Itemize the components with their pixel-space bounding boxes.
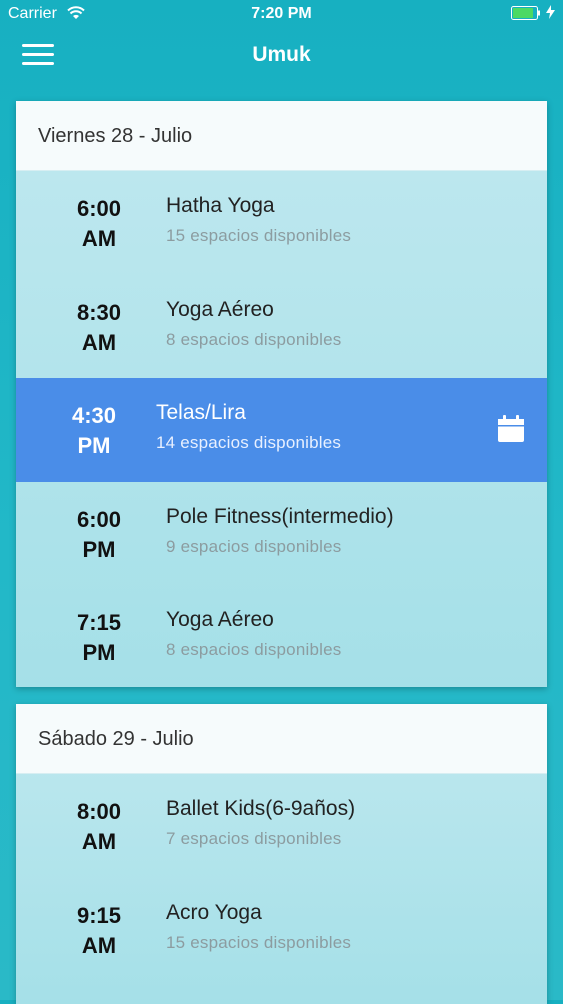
class-name: Yoga Aéreo [166,297,274,321]
class-name: Yoga Aéreo [166,608,274,631]
class-time: 8:00 AM [76,799,122,854]
page-title: Umuk [252,43,311,66]
class-slot[interactable]: 9:15 AM Acro Yoga 15 espacios disponibles [16,878,547,982]
class-availability: 9 espacios disponibles [166,536,342,556]
class-time: 8:30 AM [76,299,122,355]
class-availability: 8 espacios disponibles [166,640,342,659]
day-header: Sábado 29 - Julio [16,704,547,774]
charging-icon [546,5,555,19]
class-slot[interactable]: 6:00 PM Pole Fitness(intermedio) 9 espaci… [16,482,547,586]
class-slot[interactable]: 7:15 PM Yoga Aéreo 8 espacios disponibles [16,585,547,689]
status-bar: Carrier 7:20 PM [0,0,563,30]
nav-bar: Umuk [0,30,563,86]
class-availability: 14 espacios disponibles [156,433,342,452]
class-name: Telas/Lira [156,401,246,424]
class-time: 6:00 AM [76,196,122,251]
class-name: Ballet Kids(6-9años) [166,797,356,820]
class-name: Acro Yoga [166,900,262,924]
class-time: 9:15 AM [76,902,122,958]
class-availability: 15 espacios disponibles [166,226,352,245]
class-availability: 15 espacios disponibles [166,932,352,952]
class-name: Hatha Yoga [166,194,275,217]
status-time: 7:20 PM [251,5,312,22]
day-card: Sábado 29 - Julio 8:00 AM Ballet Kids(6-9… [16,704,547,1004]
class-slot-selected[interactable]: 4:30 PM Telas/Lira 14 espacios disponible… [16,378,547,482]
class-time: 6:00 PM [76,506,122,562]
battery-icon [511,6,540,20]
class-availability: 8 espacios disponibles [166,329,342,349]
day-card: Viernes 28 - Julio 6:00 AM Hatha Yoga 15 … [16,101,547,687]
class-slot[interactable]: 6:00 AM Hatha Yoga 15 espacios disponible… [16,171,547,275]
class-slot[interactable]: 8:00 AM Ballet Kids(6-9años) 7 espacios d… [16,774,547,878]
class-time: 4:30 PM [71,403,117,458]
calendar-icon[interactable] [496,414,526,444]
class-time: 7:15 PM [76,610,122,665]
class-slot[interactable]: 8:30 AM Yoga Aéreo 8 espacios disponibles [16,275,547,379]
class-availability: 7 espacios disponibles [166,829,342,848]
class-name: Pole Fitness(intermedio) [166,504,394,528]
day-header: Viernes 28 - Julio [16,101,547,171]
